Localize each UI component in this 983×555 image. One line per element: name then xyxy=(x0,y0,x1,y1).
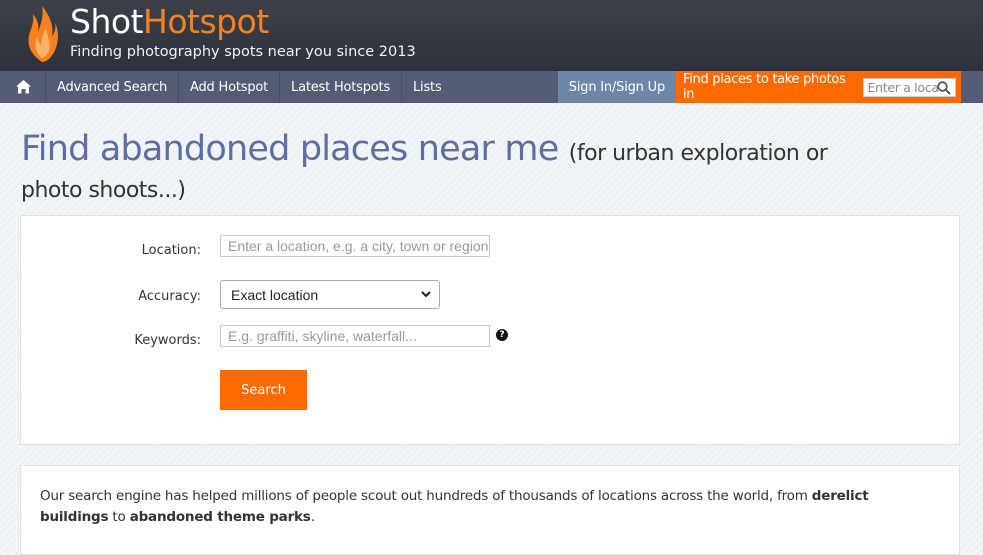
nav-find-places: Find places to take photos in Enter a lo… xyxy=(676,71,961,103)
abandoned-theme-parks-link[interactable]: abandoned theme parks xyxy=(130,509,311,525)
location-input[interactable]: Enter a location, e.g. a city, town or r… xyxy=(220,235,490,257)
location-placeholder: Enter a location, e.g. a city, town or r… xyxy=(228,238,489,254)
accuracy-select[interactable]: Exact location xyxy=(220,280,440,309)
info-card: Our search engine has helped millions of… xyxy=(20,465,960,555)
nav-add-hotspot[interactable]: Add Hotspot xyxy=(179,71,281,103)
chevron-down-icon xyxy=(421,291,431,298)
page-title: Find abandoned places near me (for urban… xyxy=(21,128,983,175)
find-places-label: Find places to take photos in xyxy=(683,72,846,102)
tagline: Finding photography spots near you since… xyxy=(70,44,416,60)
brand-name[interactable]: ShotHotspot xyxy=(70,2,269,41)
info-text-end: . xyxy=(310,509,315,525)
keywords-placeholder: E.g. graffiti, skyline, waterfall... xyxy=(228,328,417,344)
question-icon[interactable]: ? xyxy=(496,329,508,341)
search-form-card: Location: Enter a location, e.g. a city,… xyxy=(20,215,960,445)
nav-lists[interactable]: Lists xyxy=(402,71,453,103)
magnifier-icon[interactable] xyxy=(937,80,951,95)
page-heading: Find abandoned places near me (for urban… xyxy=(0,103,983,205)
flame-logo-icon[interactable] xyxy=(24,4,60,64)
accuracy-value: Exact location xyxy=(231,287,319,303)
nav-advanced-search[interactable]: Advanced Search xyxy=(46,71,180,103)
info-text-mid: to xyxy=(108,509,130,525)
search-button[interactable]: Search xyxy=(220,370,307,410)
nav-home[interactable] xyxy=(0,71,46,103)
keywords-input[interactable]: E.g. graffiti, skyline, waterfall... xyxy=(220,325,490,347)
page-title-main: Find abandoned places near me xyxy=(21,129,559,169)
site-header: ShotHotspot Finding photography spots ne… xyxy=(0,0,983,71)
page-title-sub: (for urban exploration or xyxy=(568,141,828,166)
page-title-line2: photo shoots...) xyxy=(21,178,186,203)
nav-location-placeholder: Enter a loca xyxy=(867,79,940,95)
nav-latest-hotspots[interactable]: Latest Hotspots xyxy=(280,71,403,103)
accuracy-label: Accuracy: xyxy=(138,289,201,304)
main-nav: Advanced Search Add Hotspot Latest Hotsp… xyxy=(0,71,983,103)
brand-name-part1: Shot xyxy=(70,2,144,41)
brand-name-part2: Hotspot xyxy=(143,2,269,41)
sign-in-button[interactable]: Sign In/Sign Up xyxy=(557,71,676,103)
home-icon xyxy=(16,80,31,94)
nav-location-input[interactable]: Enter a loca xyxy=(862,77,956,97)
keywords-label: Keywords: xyxy=(134,333,201,348)
info-text-before: Our search engine has helped millions of… xyxy=(40,488,812,504)
location-label: Location: xyxy=(141,243,201,258)
